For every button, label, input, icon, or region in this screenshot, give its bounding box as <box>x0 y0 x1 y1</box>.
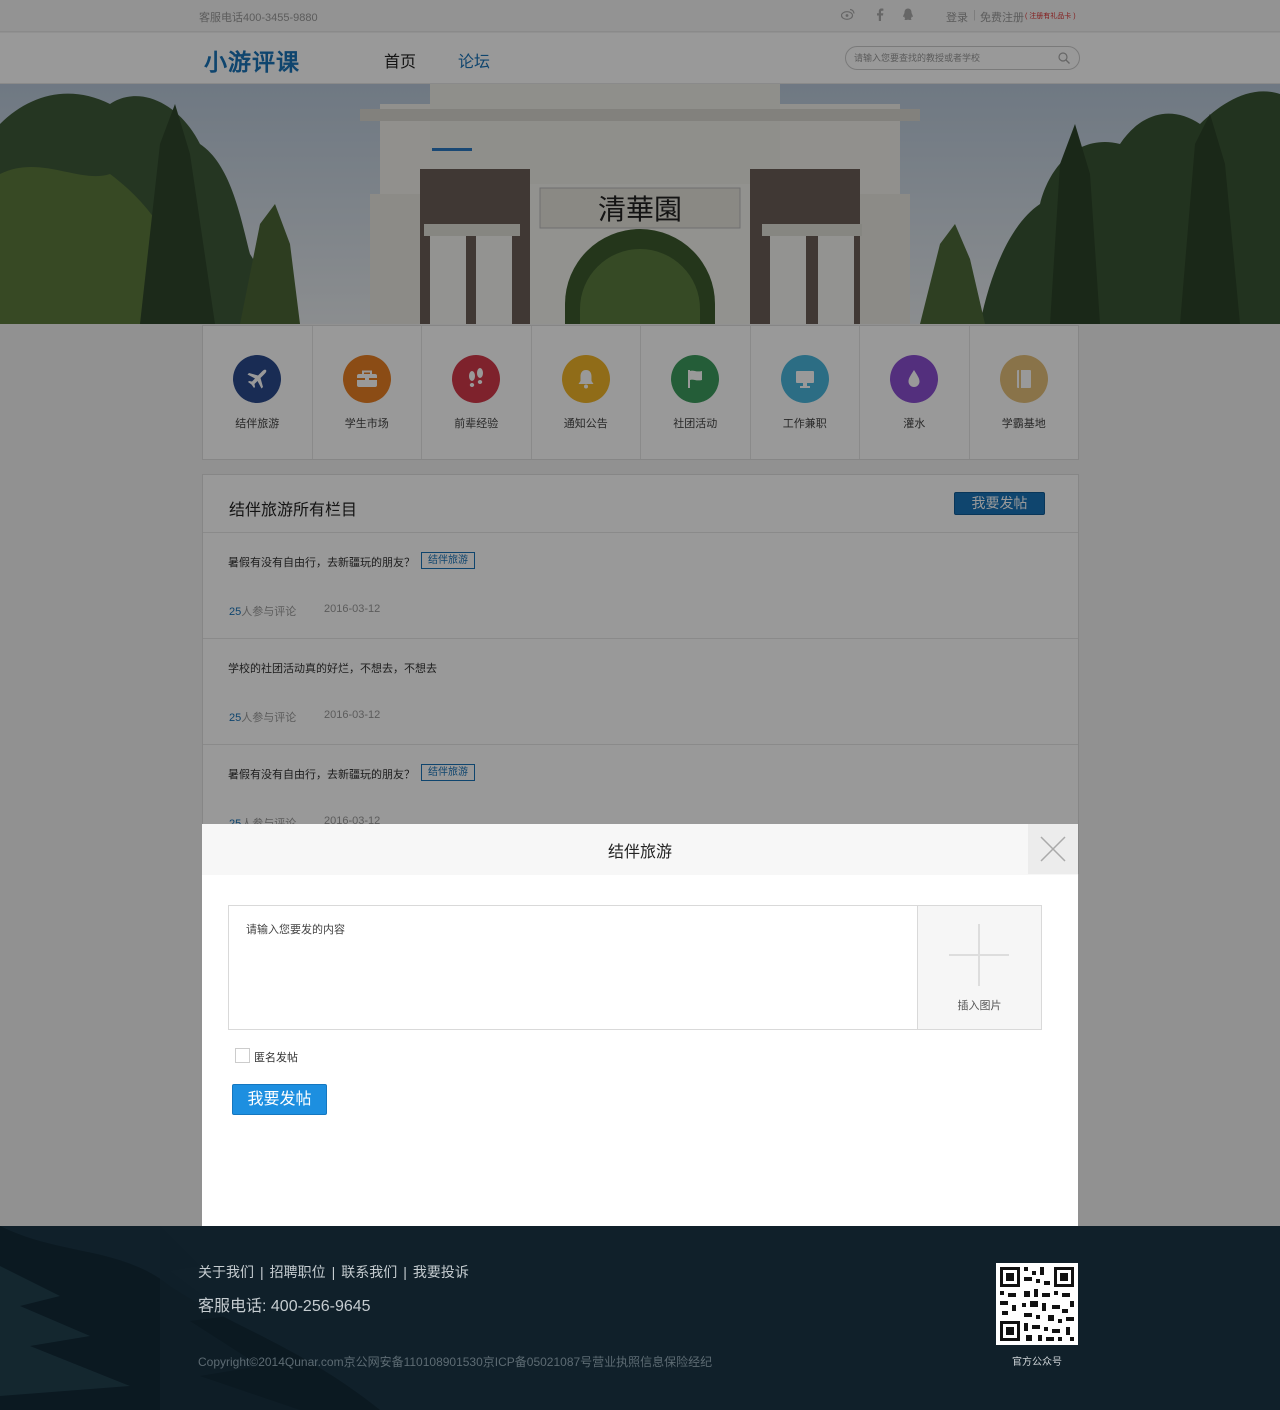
qr-code-icon <box>996 1263 1078 1345</box>
footer-links: 关于我们 | 招聘职位 | 联系我们 | 我要投诉 <box>198 1262 469 1282</box>
footer-link-separator: | <box>260 1264 264 1280</box>
close-button[interactable] <box>1028 824 1078 874</box>
post-content-input[interactable] <box>229 906 918 1029</box>
footer-link-separator: | <box>331 1264 336 1280</box>
site-footer: 关于我们 | 招聘职位 | 联系我们 | 我要投诉 客服电话: 400-256-9645 C… <box>0 1226 1280 1410</box>
footer-pine-background <box>0 1226 380 1410</box>
footer-link-separator: | <box>403 1264 407 1280</box>
submit-post-button[interactable]: 我要发帖 <box>232 1084 327 1115</box>
new-post-dialog: 结伴旅游 插入图片 匿名发帖 我要发帖 <box>202 824 1078 1226</box>
dialog-title: 结伴旅游 <box>607 844 672 861</box>
footer-phone: 客服电话: 400-256-9645 <box>198 1298 371 1315</box>
qr-label: 官方公众号 <box>1012 1357 1062 1368</box>
footer-link-jobs[interactable]: 招聘职位 <box>270 1264 326 1280</box>
post-editor: 插入图片 <box>228 905 1042 1030</box>
insert-image-label: 插入图片 <box>957 1000 1002 1012</box>
anonymous-label[interactable]: 匿名发帖 <box>254 1049 298 1065</box>
footer-copyright: Copyright©2014Qunar.com京公网安备110108901530… <box>198 1355 713 1369</box>
footer-link-complaint[interactable]: 我要投诉 <box>413 1264 469 1280</box>
footer-link-about[interactable]: 关于我们 <box>198 1264 254 1280</box>
close-icon <box>1040 836 1066 862</box>
insert-image-button[interactable]: 插入图片 <box>918 906 1041 1029</box>
plus-icon-bar <box>949 954 1009 956</box>
footer-link-contact[interactable]: 联系我们 <box>341 1264 397 1280</box>
anonymous-checkbox[interactable] <box>235 1048 250 1063</box>
dialog-header: 结伴旅游 <box>202 824 1078 875</box>
